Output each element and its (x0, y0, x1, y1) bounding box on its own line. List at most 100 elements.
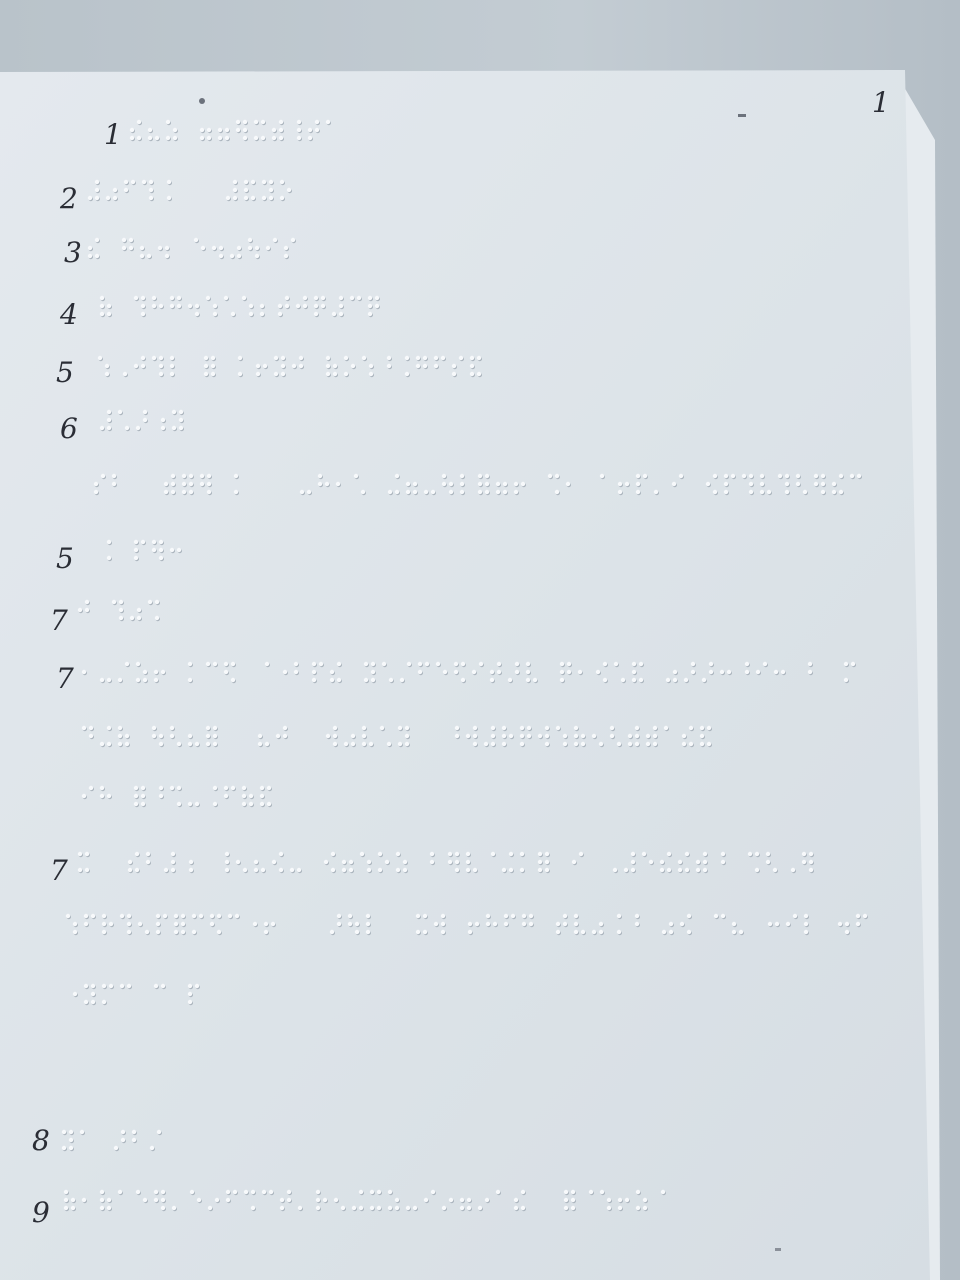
braille-dot (652, 725, 658, 731)
braille-dot (133, 547, 139, 553)
braille-dot (187, 983, 193, 989)
braille-dot (153, 669, 159, 675)
braille-dot (808, 851, 814, 857)
braille-dot (272, 237, 278, 243)
braille-dot (162, 913, 168, 919)
braille-dot (297, 1205, 303, 1211)
braille-dot (106, 1205, 112, 1211)
line-number: 3 (64, 236, 82, 269)
braille-dot (140, 801, 146, 807)
braille-dot (140, 785, 146, 791)
braille-dot (363, 677, 369, 683)
braille-dot (224, 135, 230, 141)
braille-dot (212, 733, 218, 739)
braille-dot (514, 661, 520, 667)
braille-dot (290, 237, 296, 243)
braille-dot (415, 929, 421, 935)
braille-dot (260, 119, 266, 125)
braille-dot (684, 851, 690, 857)
braille-dot (296, 119, 302, 125)
braille-dot (573, 733, 579, 739)
braille-dot (368, 371, 374, 377)
braille-dot (158, 733, 164, 739)
braille-dot (501, 733, 507, 739)
braille-dot (278, 119, 284, 125)
braille-dot (123, 179, 129, 185)
braille-dot (81, 1197, 87, 1203)
braille-dot (176, 801, 182, 807)
braille-dot (803, 913, 809, 919)
braille-dot (242, 135, 248, 141)
braille-dot (537, 867, 543, 873)
braille-dot (135, 677, 141, 683)
braille-dot (599, 1189, 605, 1195)
braille-dot (181, 489, 187, 495)
braille-dot (282, 669, 288, 675)
braille-dot (151, 303, 157, 309)
braille-dot (388, 677, 394, 683)
braille-dot (170, 851, 176, 857)
braille-dot (659, 859, 665, 865)
braille-dot (492, 921, 498, 927)
braille-dot (544, 867, 550, 873)
braille-dot (404, 355, 410, 361)
braille-dot (485, 913, 491, 919)
braille-dot (544, 741, 550, 747)
braille-dot (495, 489, 501, 495)
braille-dot (415, 355, 421, 361)
braille-dot (348, 859, 354, 865)
braille-dot (280, 363, 286, 369)
braille-dot (802, 489, 808, 495)
braille-dot (134, 851, 140, 857)
braille-dot (317, 481, 323, 487)
braille-dot (283, 253, 289, 259)
braille-dot (298, 363, 304, 369)
braille-dot (386, 363, 392, 369)
braille-dot (169, 547, 175, 553)
braille-dot (124, 661, 130, 667)
braille-dot (617, 489, 623, 495)
braille-dot (295, 303, 301, 309)
braille-dot (726, 669, 732, 675)
braille-dot (117, 733, 123, 739)
braille-dot (519, 741, 525, 747)
braille-dot (268, 1189, 274, 1195)
braille-dot (645, 733, 651, 739)
braille-dot (188, 473, 194, 479)
braille-dot (311, 661, 317, 667)
braille-dot (93, 481, 99, 487)
braille-dot (99, 785, 105, 791)
braille-dot (264, 661, 270, 667)
braille-dot (187, 733, 193, 739)
braille-dot (232, 195, 238, 201)
braille-dot (369, 1205, 375, 1211)
braille-dot (289, 867, 295, 873)
braille-dot (199, 473, 205, 479)
braille-dot (268, 179, 274, 185)
braille-dot (196, 1197, 202, 1203)
braille-dot (565, 481, 571, 487)
braille-dot (223, 793, 229, 799)
braille-dot (759, 489, 765, 495)
braille-dot (343, 371, 349, 377)
braille-dot (307, 127, 313, 133)
braille-dot (93, 489, 99, 495)
braille-dot (101, 913, 107, 919)
braille-dot (441, 473, 447, 479)
braille-dot (259, 793, 265, 799)
braille-dot (648, 859, 654, 865)
braille-dot (332, 741, 338, 747)
braille-dot (154, 599, 160, 605)
braille-dot (97, 355, 103, 361)
braille-dot (203, 363, 209, 369)
braille-dot (311, 677, 317, 683)
braille-dot (163, 489, 169, 495)
braille-dot (616, 929, 622, 935)
braille-dot (331, 311, 337, 317)
braille-dot (454, 859, 460, 865)
braille-dot (338, 295, 344, 301)
braille-dot (702, 859, 708, 865)
braille-dot (573, 913, 579, 919)
braille-dot (187, 991, 193, 997)
braille-dot (158, 547, 164, 553)
